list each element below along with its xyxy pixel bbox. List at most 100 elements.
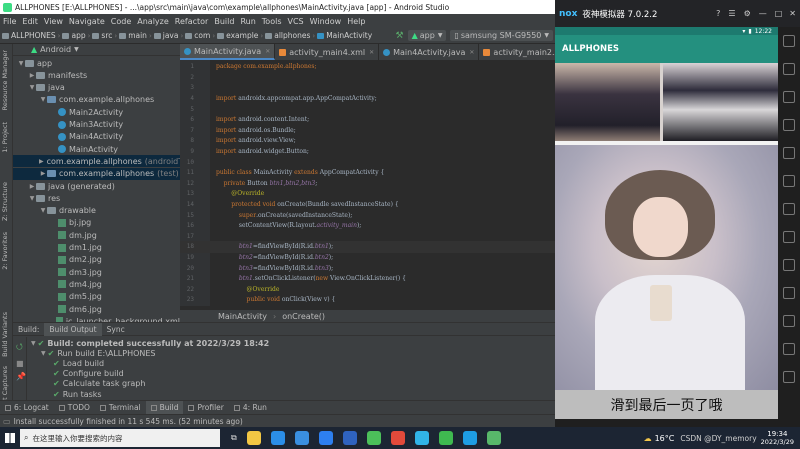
recent-apps-icon[interactable] — [783, 371, 795, 383]
tree-item[interactable]: MainActivity — [13, 143, 180, 155]
menu-navigate[interactable]: Navigate — [66, 17, 108, 26]
tree-item[interactable]: ▶ manifests — [13, 69, 180, 81]
record-icon[interactable] — [783, 259, 795, 271]
volume-up-icon[interactable] — [783, 119, 795, 131]
close-icon[interactable]: ✕ — [789, 9, 796, 18]
tool-tab-build-variants[interactable]: Build Variants — [1, 312, 9, 357]
tree-item[interactable]: ▼ com.example.allphones — [13, 94, 180, 106]
file-explorer-icon[interactable] — [246, 431, 261, 445]
tree-item[interactable]: Main2Activity — [13, 106, 180, 118]
project-view-header[interactable]: ▲ Android ▼ — [13, 44, 180, 56]
tree-item[interactable]: dm.jpg — [13, 229, 180, 241]
editor-tab[interactable]: activity_main4.xml ✕ — [275, 44, 380, 60]
build-tab[interactable]: Sync — [102, 325, 130, 334]
tool-tab-1-project[interactable]: 1: Project — [1, 122, 9, 153]
build-line[interactable]: ▼ ✔ Build: completed successfully at 2022/… — [31, 338, 269, 348]
tree-item[interactable]: dm2.jpg — [13, 254, 180, 266]
tree-item[interactable]: dm4.jpg — [13, 278, 180, 290]
tool-tab-2-favorites[interactable]: 2: Favorites — [1, 232, 9, 270]
tree-item[interactable]: bj.jpg — [13, 217, 180, 229]
menu-refactor[interactable]: Refactor — [172, 17, 212, 26]
breadcrumb-item[interactable]: app — [60, 31, 87, 40]
tree-item[interactable]: dm3.jpg — [13, 266, 180, 278]
taskbar-search[interactable]: ⌕ 在这里输入你要搜索的内容 — [20, 429, 220, 447]
chevron-right-icon[interactable]: ▶ — [28, 183, 36, 190]
keyboard-icon[interactable] — [783, 35, 795, 47]
tree-item[interactable]: dm5.jpg — [13, 291, 180, 303]
more-icon[interactable] — [783, 287, 795, 299]
breadcrumb-method[interactable]: onCreate() — [282, 312, 325, 321]
tree-item[interactable]: ▼ res — [13, 192, 180, 204]
bottom-tab[interactable]: Terminal — [95, 403, 146, 412]
bottom-tab[interactable]: Profiler — [183, 403, 228, 412]
tool-tab-resource-manager[interactable]: Resource Manager — [1, 50, 9, 110]
wechat-icon[interactable] — [438, 431, 453, 445]
menu-help[interactable]: Help — [344, 17, 368, 26]
tree-item[interactable]: ic_launcher_background.xml — [13, 315, 180, 322]
fullscreen-icon[interactable] — [783, 175, 795, 187]
menu-vcs[interactable]: VCS — [285, 17, 307, 26]
close-tab-icon[interactable]: ✕ — [369, 49, 374, 56]
chevron-right-icon[interactable]: ▶ — [28, 72, 36, 79]
rebuild-icon[interactable]: ⭯ — [16, 341, 23, 355]
apk-icon[interactable] — [783, 203, 795, 215]
bottom-tab[interactable]: Build — [145, 400, 184, 415]
windows-start-icon[interactable] — [5, 433, 15, 443]
stop-icon[interactable]: ■ — [16, 359, 24, 368]
minimize-icon[interactable]: — — [759, 9, 767, 18]
store-icon[interactable] — [342, 431, 357, 445]
clock[interactable]: 19:34 2022/3/29 — [761, 430, 794, 446]
breadcrumb-class[interactable]: MainActivity — [218, 312, 267, 321]
location-icon[interactable] — [783, 91, 795, 103]
build-tab[interactable]: Build Output — [44, 322, 102, 336]
chevron-down-icon[interactable]: ▼ — [28, 84, 36, 91]
edge-icon[interactable] — [270, 431, 285, 445]
editor-tab[interactable]: activity_main2.xml✕ — [479, 44, 555, 60]
tree-item[interactable]: ▼ app — [13, 57, 180, 69]
menu-tools[interactable]: Tools — [259, 17, 285, 26]
breadcrumb-item[interactable]: java — [152, 31, 181, 40]
tree-item[interactable]: Main4Activity — [13, 131, 180, 143]
hammer-icon[interactable]: ⚒ — [396, 31, 404, 41]
build-line[interactable]: ✔ Run tasks — [51, 389, 102, 399]
qq-icon[interactable] — [462, 431, 477, 445]
settings-icon[interactable]: ⚙ — [744, 9, 751, 18]
weather-icon[interactable]: ☁ — [644, 434, 652, 443]
tree-item[interactable]: ▶ java (generated) — [13, 180, 180, 192]
nox-taskbar-icon[interactable] — [414, 431, 429, 445]
tree-item[interactable]: ▼ java — [13, 82, 180, 94]
gallery-image-current[interactable] — [555, 145, 778, 390]
kugou-icon[interactable] — [318, 431, 333, 445]
breadcrumb-item[interactable]: MainActivity — [315, 31, 374, 40]
breadcrumb-item[interactable]: allphones — [263, 31, 312, 40]
tree-item[interactable]: ▶com.example.allphones(androidTest) — [13, 155, 180, 168]
bottom-tab[interactable]: 6: Logcat — [0, 403, 54, 412]
pin-icon[interactable]: 📌 — [16, 372, 26, 381]
tree-item[interactable]: ▶ com.example.allphones (test) — [13, 167, 180, 180]
menu-build[interactable]: Build — [211, 17, 237, 26]
breadcrumb-item[interactable]: com — [183, 31, 212, 40]
editor-tab[interactable]: Main4Activity.java ✕ — [379, 44, 480, 60]
run-config-select[interactable]: ▲ app ▼ — [407, 30, 447, 41]
task-view-icon[interactable]: ⧉ — [231, 433, 237, 443]
code-area[interactable]: 1 package com.example.allphones; 2 3 4 import… — [180, 61, 555, 306]
build-line[interactable]: ✔ Calculate task graph — [51, 379, 145, 389]
chevron-down-icon[interactable]: ▼ — [39, 207, 47, 214]
menu-icon[interactable]: ☰ — [728, 9, 735, 18]
menu-window[interactable]: Window — [307, 17, 345, 26]
home-icon[interactable] — [783, 343, 795, 355]
build-line[interactable]: ▼ ✔ Run build E:\ALLPHONES — [41, 348, 156, 358]
device-select[interactable]: ▯ samsung SM-G9550 ▼ — [450, 30, 553, 41]
phone-screen[interactable]: ▾ ▮ 12:22 ALLPHONES 滑到最后一页了哦 — [555, 27, 778, 419]
menu-file[interactable]: File — [0, 17, 19, 26]
breadcrumb-item[interactable]: src — [90, 31, 114, 40]
screenshot-icon[interactable] — [783, 63, 795, 75]
tool-tab-z-structure[interactable]: Z: Structure — [1, 182, 9, 221]
chevron-down-icon[interactable]: ▼ — [39, 96, 47, 103]
wechat-alt-icon[interactable] — [366, 431, 381, 445]
tree-item[interactable]: dm6.jpg — [13, 303, 180, 315]
menu-edit[interactable]: Edit — [19, 17, 41, 26]
bottom-tab[interactable]: TODO — [54, 403, 95, 412]
chevron-right-icon[interactable]: ▶ — [39, 158, 44, 165]
menu-view[interactable]: View — [41, 17, 66, 26]
